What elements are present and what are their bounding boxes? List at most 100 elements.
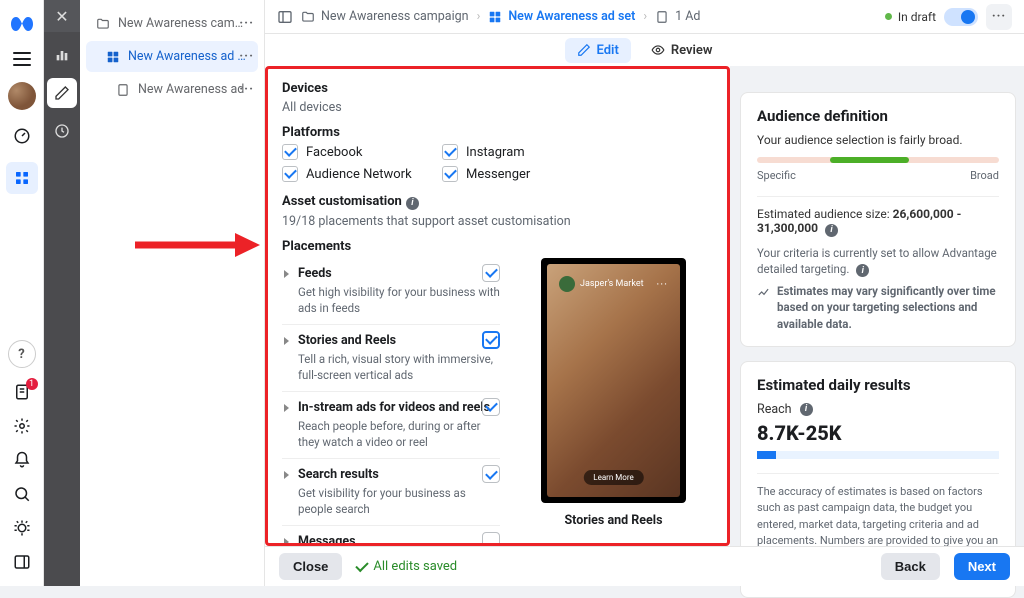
search-icon[interactable] — [12, 484, 32, 504]
asset-customisation-title: Asset customisationi — [282, 194, 713, 210]
reach-value: 8.7K-25K — [757, 421, 999, 445]
placement-checkbox[interactable] — [482, 331, 500, 349]
audience-definition-card: Audience definition Your audience select… — [740, 92, 1016, 347]
crumb-ad[interactable]: 1 Ad — [655, 9, 700, 24]
info-icon[interactable]: i — [406, 197, 419, 210]
more-icon[interactable]: ··· — [239, 82, 254, 97]
platforms-title: Platforms — [282, 125, 713, 140]
trend-icon — [757, 285, 771, 299]
placement-feeds[interactable]: Feeds Get high visibility for your busin… — [282, 258, 500, 325]
pencil-icon — [577, 43, 591, 57]
close-editor-button[interactable]: ✕ — [44, 0, 80, 32]
eye-icon — [651, 43, 665, 57]
chevron-right-icon: › — [643, 9, 647, 24]
review-tab[interactable]: Review — [639, 38, 725, 63]
reach-bar — [757, 451, 999, 459]
platform-messenger[interactable]: Messenger — [442, 166, 582, 182]
platform-audience-network[interactable]: Audience Network — [282, 166, 422, 182]
panel-icon[interactable] — [12, 552, 32, 572]
tree-item-label: New Awareness ad … — [128, 49, 246, 64]
campaign-tree: New Awareness camp… ··· New Awareness ad… — [80, 0, 265, 586]
audience-gauge — [757, 157, 999, 163]
checkbox-icon — [442, 144, 458, 160]
pencil-icon[interactable] — [47, 78, 77, 108]
panel-toggle-icon[interactable] — [277, 9, 293, 25]
reach-label: Reachi — [757, 402, 999, 417]
preview-screen: Jasper's Market ··· Learn More — [547, 264, 680, 497]
clock-icon[interactable] — [47, 116, 77, 146]
audience-broadness-text: Your audience selection is fairly broad. — [757, 133, 999, 147]
tree-item-label: New Awareness camp… — [118, 16, 248, 31]
tree-item-adset[interactable]: New Awareness ad … ··· — [86, 41, 258, 72]
placement-checkbox[interactable] — [482, 465, 500, 483]
platform-instagram[interactable]: Instagram — [442, 144, 582, 160]
bell-icon[interactable] — [12, 450, 32, 470]
breadcrumb-bar: New Awareness campaign › New Awareness a… — [265, 0, 1024, 34]
publish-toggle[interactable] — [944, 8, 978, 26]
right-panel: Audience definition Your audience select… — [740, 92, 1016, 546]
audience-criteria: Your criteria is currently set to allow … — [757, 245, 999, 332]
edit-tab[interactable]: Edit — [565, 38, 631, 63]
tab-label: Edit — [597, 43, 619, 58]
tree-item-ad[interactable]: New Awareness ad ··· — [86, 74, 258, 105]
main-editor: Devices All devices Platforms Facebook I… — [265, 66, 730, 546]
placements-list: Feeds Get high visibility for your busin… — [282, 258, 500, 547]
gear-icon[interactable] — [12, 416, 32, 436]
preview-label: Stories and Reels — [564, 513, 662, 528]
crumb-campaign[interactable]: New Awareness campaign — [301, 9, 469, 24]
chart-icon[interactable] — [47, 40, 77, 70]
more-icon[interactable]: ··· — [239, 16, 254, 31]
document-icon[interactable] — [12, 382, 32, 402]
meta-logo-icon — [10, 12, 34, 36]
crumb-adset[interactable]: New Awareness ad set — [488, 9, 635, 24]
preview-cta: Learn More — [583, 470, 643, 485]
page-icon — [116, 83, 130, 97]
help-icon[interactable]: ? — [8, 340, 36, 368]
checkbox-icon — [282, 166, 298, 182]
info-icon[interactable]: i — [856, 264, 869, 277]
grid-small-icon — [106, 50, 120, 64]
chevron-right-icon: › — [477, 9, 481, 24]
platforms-grid: Facebook Instagram Audience Network Mess… — [282, 144, 582, 182]
menu-icon[interactable] — [13, 52, 31, 66]
crumb-label: New Awareness ad set — [508, 9, 635, 24]
close-button[interactable]: Close — [279, 553, 342, 580]
folder-icon — [301, 10, 315, 24]
gauge-icon[interactable] — [12, 126, 32, 146]
placement-checkbox[interactable] — [482, 264, 500, 282]
placement-checkbox[interactable] — [482, 532, 500, 546]
edit-review-tabs: Edit Review — [265, 34, 1024, 66]
draft-status: In draft — [885, 10, 936, 24]
bug-icon[interactable] — [12, 518, 32, 538]
info-icon[interactable]: i — [800, 403, 813, 416]
avatar[interactable] — [8, 82, 36, 110]
estimated-audience-size: Estimated audience size: 26,600,000 - 31… — [757, 196, 999, 237]
checkbox-icon — [442, 166, 458, 182]
platform-facebook[interactable]: Facebook — [282, 144, 422, 160]
next-button[interactable]: Next — [954, 553, 1010, 580]
back-button[interactable]: Back — [881, 553, 940, 580]
placement-instream[interactable]: In-stream ads for videos and reels Reach… — [282, 392, 500, 459]
page-icon — [655, 10, 669, 24]
grid-icon[interactable] — [6, 162, 38, 194]
saved-status: All edits saved — [356, 559, 457, 574]
tree-item-label: New Awareness ad — [138, 82, 244, 97]
highlighted-region: Devices All devices Platforms Facebook I… — [265, 66, 730, 546]
more-icon[interactable]: ··· — [239, 49, 254, 64]
card-title: Audience definition — [757, 107, 999, 125]
tree-item-campaign[interactable]: New Awareness camp… ··· — [86, 8, 258, 39]
editor-tabstrip: ✕ — [44, 0, 80, 586]
checkbox-icon — [282, 144, 298, 160]
placements-title: Placements — [282, 239, 713, 254]
placement-checkbox[interactable] — [482, 398, 500, 416]
tab-label: Review — [671, 43, 713, 58]
card-title: Estimated daily results — [757, 376, 999, 394]
placement-stories-reels[interactable]: Stories and Reels Tell a rich, visual st… — [282, 325, 500, 392]
placement-messages[interactable]: Messages Send offers or updates to peopl… — [282, 526, 500, 546]
devices-value: All devices — [282, 100, 713, 115]
app-rail: ? — [0, 0, 44, 586]
more-menu-button[interactable]: ··· — [986, 4, 1012, 30]
placement-search[interactable]: Search results Get visibility for your b… — [282, 459, 500, 526]
info-icon[interactable]: i — [825, 224, 838, 237]
audience-gauge-labels: SpecificBroad — [757, 169, 999, 182]
